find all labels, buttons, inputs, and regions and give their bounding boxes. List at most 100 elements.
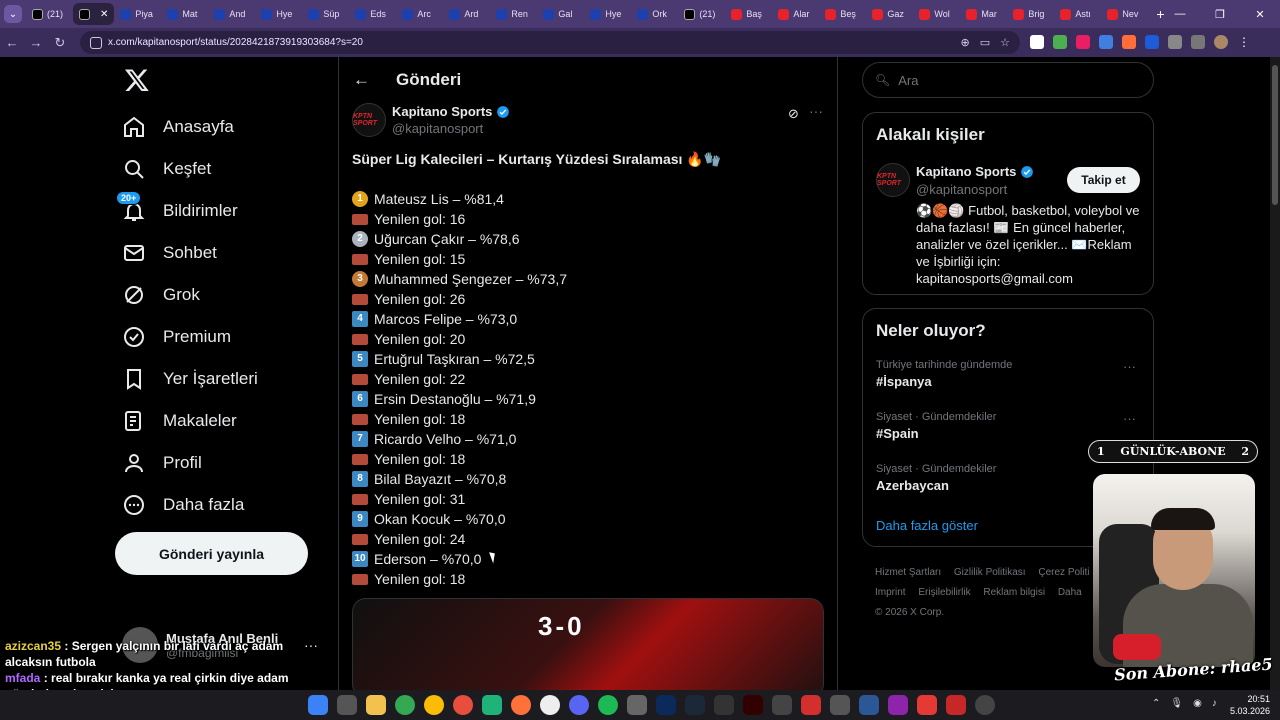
extension-icon[interactable] — [1099, 35, 1113, 49]
nav-item-bildirimler[interactable]: 20+ Bildirimler — [116, 191, 238, 229]
related-name-row[interactable]: Kapitano Sports — [916, 164, 1034, 179]
app-icon[interactable] — [859, 695, 879, 715]
chrome-icon[interactable] — [395, 695, 415, 715]
steam-icon[interactable] — [685, 695, 705, 715]
trend-more-icon[interactable]: ··· — [1123, 411, 1136, 426]
nav-item-sohbet[interactable]: Sohbet — [122, 235, 217, 271]
network-icon[interactable]: ◉ — [1193, 698, 1202, 709]
pdf-icon[interactable] — [801, 695, 821, 715]
footer-link[interactable]: Çerez Politi — [1038, 567, 1089, 578]
back-arrow-icon[interactable]: ← — [353, 70, 370, 90]
tweet-more-icon[interactable]: ··· — [809, 103, 823, 119]
trend-more-icon[interactable]: ··· — [1123, 359, 1136, 374]
nav-item-anasayfa[interactable]: Anasayfa — [122, 109, 234, 145]
file-explorer-icon[interactable] — [366, 695, 386, 715]
extension-icon[interactable] — [1122, 35, 1136, 49]
forward-button[interactable]: → — [24, 35, 48, 50]
footer-link[interactable]: Gizlilik Politikası — [954, 567, 1026, 578]
post-button[interactable]: Gönderi yayınla — [115, 532, 308, 575]
settings-icon[interactable] — [772, 695, 792, 715]
illustrator-icon[interactable] — [743, 695, 763, 715]
volume-icon[interactable]: ♪ — [1212, 698, 1217, 709]
site-info-icon[interactable] — [90, 36, 102, 49]
clock[interactable]: 20:51 5.03.2026 — [1228, 693, 1270, 717]
app-icon[interactable] — [482, 695, 502, 715]
page-scrollbar[interactable] — [1270, 57, 1280, 690]
opera-icon[interactable] — [453, 695, 473, 715]
browser-tab[interactable]: Mat — [161, 3, 208, 25]
browser-tab[interactable]: Süp — [302, 3, 349, 25]
search-input[interactable]: 🔍︎ Ara — [862, 62, 1154, 98]
tab-search-button[interactable]: ⌄ — [4, 5, 22, 23]
app-icon[interactable] — [917, 695, 937, 715]
app-icon[interactable] — [888, 695, 908, 715]
extension-icon[interactable] — [1030, 35, 1044, 49]
back-button[interactable]: ← — [0, 35, 24, 50]
browser-tab[interactable]: Brig — [1007, 3, 1054, 25]
extension-icon[interactable] — [1076, 35, 1090, 49]
footer-link[interactable]: Hizmet Şartları — [875, 567, 941, 578]
minimize-button[interactable]: — — [1160, 8, 1200, 20]
tweet-media[interactable]: 3-0 — [352, 598, 824, 690]
browser-tab[interactable]: Beş — [819, 3, 866, 25]
related-avatar[interactable]: KPTN SPORT — [876, 163, 910, 197]
nav-item-makaleler[interactable]: Makaleler — [122, 403, 237, 439]
nav-item-grok[interactable]: Grok — [122, 277, 200, 313]
app-icon[interactable] — [627, 695, 647, 715]
browser-tab[interactable]: Ren — [490, 3, 537, 25]
browser-tab[interactable]: ✕ — [73, 3, 115, 25]
mic-icon[interactable]: 🎙︎ — [1170, 698, 1183, 709]
task-view-icon[interactable] — [337, 695, 357, 715]
cast-icon[interactable]: ▭ — [980, 36, 990, 49]
x-logo-icon[interactable] — [124, 67, 150, 93]
obs-icon[interactable] — [975, 695, 995, 715]
author-handle[interactable]: @kapitanosport — [392, 121, 483, 136]
nav-item-keşfet[interactable]: Keşfet — [122, 151, 211, 187]
extension-icon[interactable] — [1145, 35, 1159, 49]
app-icon[interactable] — [830, 695, 850, 715]
reading-list-icon[interactable] — [1191, 35, 1205, 49]
app-icon[interactable] — [946, 695, 966, 715]
spotify-icon[interactable] — [598, 695, 618, 715]
chevron-up-icon[interactable]: ⌃ — [1152, 698, 1160, 709]
show-more-link[interactable]: Daha fazla göster — [876, 518, 978, 533]
bookmark-star-icon[interactable]: ☆ — [1000, 36, 1010, 49]
browser-tab[interactable]: Ard — [443, 3, 490, 25]
browser-tab[interactable]: Ork — [631, 3, 678, 25]
author-avatar[interactable]: KPTN SPORT — [352, 103, 386, 137]
browser-tab[interactable]: Baş — [725, 3, 772, 25]
browser-tab[interactable]: Hye — [255, 3, 302, 25]
browser-tab[interactable]: Eds — [349, 3, 396, 25]
browser-menu-icon[interactable]: ⋮ — [1237, 35, 1251, 49]
browser-tab[interactable]: And — [208, 3, 255, 25]
browser-tab[interactable]: (21) — [678, 3, 725, 25]
browser-tab[interactable]: Hye — [584, 3, 631, 25]
chrome-alt-icon[interactable] — [424, 695, 444, 715]
browser-tab[interactable]: Astı — [1054, 3, 1101, 25]
discord-icon[interactable] — [569, 695, 589, 715]
footer-link[interactable]: Reklam bilgisi — [983, 587, 1045, 598]
browser-tab[interactable]: Gaz — [866, 3, 913, 25]
browser-tab[interactable]: Mar — [960, 3, 1007, 25]
app-icon[interactable] — [540, 695, 560, 715]
browser-tab[interactable]: Nev — [1101, 3, 1148, 25]
firefox-icon[interactable] — [511, 695, 531, 715]
nav-item-premium[interactable]: Premium — [122, 319, 231, 355]
author-name-row[interactable]: Kapitano Sports — [392, 104, 510, 119]
profile-avatar[interactable] — [1214, 35, 1228, 49]
tab-close-icon[interactable]: ✕ — [100, 9, 108, 20]
grok-icon[interactable]: ⊘ — [788, 106, 799, 122]
zoom-icon[interactable]: ⊕ — [961, 36, 970, 49]
maximize-button[interactable]: ❐ — [1200, 8, 1240, 21]
browser-tab[interactable]: Alar — [772, 3, 819, 25]
scrollbar-thumb[interactable] — [1272, 65, 1278, 205]
reload-button[interactable]: ↻ — [48, 35, 72, 51]
trend-item[interactable]: Siyaset · Gündemdekiler #Spain ··· — [876, 411, 1142, 441]
address-bar[interactable]: x.com/kapitanosport/status/2028421873919… — [80, 31, 1020, 54]
browser-tab[interactable]: Gal — [537, 3, 584, 25]
extension-icon[interactable] — [1053, 35, 1067, 49]
browser-tab[interactable]: (21) — [26, 3, 73, 25]
nav-item-profil[interactable]: Profil — [122, 445, 202, 481]
browser-tab[interactable]: Arc — [396, 3, 443, 25]
nav-item-daha-fazla[interactable]: Daha fazla — [122, 487, 244, 523]
